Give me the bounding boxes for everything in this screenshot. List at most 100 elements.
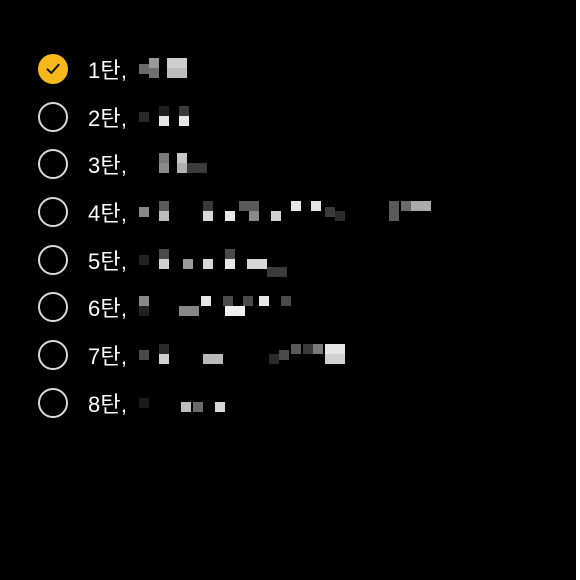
pixel-block bbox=[139, 254, 150, 265]
screen-edge bbox=[576, 0, 580, 580]
pixel-block bbox=[159, 343, 170, 354]
pixel-block bbox=[389, 200, 400, 211]
pixel-block bbox=[187, 163, 198, 174]
checklist: 1탄, 2탄, 3탄, 4탄, 5탄, 6탄, 7탄, 8탄, bbox=[38, 45, 558, 427]
pixel-block bbox=[215, 401, 226, 412]
pixelated-text bbox=[139, 391, 226, 415]
pixelated-text bbox=[139, 57, 188, 81]
unchecked-checkbox[interactable] bbox=[38, 101, 68, 132]
checklist-item-8[interactable]: 8탄, bbox=[38, 379, 558, 427]
pixel-block bbox=[139, 349, 150, 360]
pixel-block bbox=[149, 57, 160, 68]
pixel-block bbox=[235, 306, 246, 317]
pixel-block bbox=[159, 153, 170, 164]
pixel-block bbox=[181, 401, 192, 412]
pixel-block bbox=[421, 200, 432, 211]
pixel-block bbox=[277, 266, 288, 277]
pixel-block bbox=[159, 258, 170, 269]
unchecked-checkbox[interactable] bbox=[38, 149, 68, 180]
checklist-item-4[interactable]: 4탄, bbox=[38, 188, 558, 236]
checklist-item-7[interactable]: 7탄, bbox=[38, 331, 558, 379]
pixel-block bbox=[271, 210, 282, 221]
pixel-block bbox=[159, 105, 170, 116]
pixel-block bbox=[179, 105, 190, 116]
pixel-block bbox=[159, 248, 170, 259]
pixel-block bbox=[203, 258, 214, 269]
checklist-item-6[interactable]: 6탄, bbox=[38, 283, 558, 331]
pixel-block bbox=[213, 353, 224, 364]
checked-checkbox[interactable] bbox=[38, 53, 68, 84]
pixel-block bbox=[167, 67, 178, 78]
pixel-block bbox=[177, 67, 188, 78]
pixel-block bbox=[197, 163, 208, 174]
item-label: 1탄, bbox=[88, 57, 128, 83]
pixel-block bbox=[335, 343, 346, 354]
pixel-block bbox=[269, 353, 280, 364]
unchecked-checkbox[interactable] bbox=[38, 244, 68, 275]
pixel-block bbox=[313, 343, 324, 354]
pixel-block bbox=[139, 206, 150, 217]
unchecked-checkbox[interactable] bbox=[38, 292, 68, 323]
pixel-block bbox=[203, 200, 214, 211]
pixel-block bbox=[179, 115, 190, 126]
pixel-block bbox=[159, 210, 170, 221]
pixel-block bbox=[139, 111, 150, 122]
pixel-block bbox=[183, 258, 194, 269]
pixel-block bbox=[259, 296, 270, 307]
checklist-item-1[interactable]: 1탄, bbox=[38, 45, 558, 93]
pixel-block bbox=[179, 306, 190, 317]
pixel-block bbox=[243, 296, 254, 307]
unchecked-checkbox[interactable] bbox=[38, 387, 68, 418]
unchecked-checkbox[interactable] bbox=[38, 196, 68, 227]
pixelated-text bbox=[139, 343, 346, 367]
pixel-block bbox=[291, 200, 302, 211]
pixel-block bbox=[203, 210, 214, 221]
pixel-block bbox=[325, 206, 336, 217]
pixel-block bbox=[139, 397, 150, 408]
checklist-item-3[interactable]: 3탄, bbox=[38, 140, 558, 188]
item-label: 4탄, bbox=[88, 200, 128, 226]
pixel-block bbox=[189, 306, 200, 317]
pixel-block bbox=[257, 258, 268, 269]
pixel-block bbox=[159, 163, 170, 174]
pixel-block bbox=[177, 153, 188, 164]
pixel-block bbox=[177, 57, 188, 68]
pixel-block bbox=[411, 200, 422, 211]
pixel-block bbox=[223, 296, 234, 307]
pixelated-text bbox=[139, 248, 288, 277]
pixel-block bbox=[239, 200, 250, 211]
pixel-block bbox=[335, 353, 346, 364]
pixel-block bbox=[401, 200, 412, 211]
pixel-block bbox=[225, 248, 236, 259]
checklist-item-5[interactable]: 5탄, bbox=[38, 236, 558, 284]
checkmark-icon bbox=[46, 63, 60, 74]
pixel-block bbox=[267, 266, 278, 277]
unchecked-checkbox[interactable] bbox=[38, 339, 68, 370]
pixel-block bbox=[311, 200, 322, 211]
item-label: 7탄, bbox=[88, 343, 128, 369]
item-label: 3탄, bbox=[88, 153, 128, 179]
pixel-block bbox=[325, 353, 336, 364]
pixel-block bbox=[149, 67, 160, 78]
pixel-block bbox=[291, 343, 302, 354]
pixel-block bbox=[335, 210, 346, 221]
item-label: 6탄, bbox=[88, 296, 128, 322]
pixel-block bbox=[139, 63, 150, 74]
pixel-block bbox=[159, 200, 170, 211]
pixel-block bbox=[139, 296, 150, 307]
pixel-block bbox=[325, 343, 336, 354]
checklist-item-2[interactable]: 2탄, bbox=[38, 93, 558, 141]
pixel-block bbox=[203, 353, 214, 364]
item-label: 8탄, bbox=[88, 391, 128, 417]
pixelated-text bbox=[139, 295, 292, 319]
pixel-block bbox=[159, 353, 170, 364]
pixel-block bbox=[167, 57, 178, 68]
pixel-block bbox=[389, 210, 400, 221]
pixel-block bbox=[177, 163, 188, 174]
pixel-block bbox=[225, 258, 236, 269]
pixel-block bbox=[249, 210, 260, 221]
item-label: 2탄, bbox=[88, 105, 128, 131]
pixel-block bbox=[225, 306, 236, 317]
pixel-block bbox=[159, 115, 170, 126]
item-label: 5탄, bbox=[88, 248, 128, 274]
